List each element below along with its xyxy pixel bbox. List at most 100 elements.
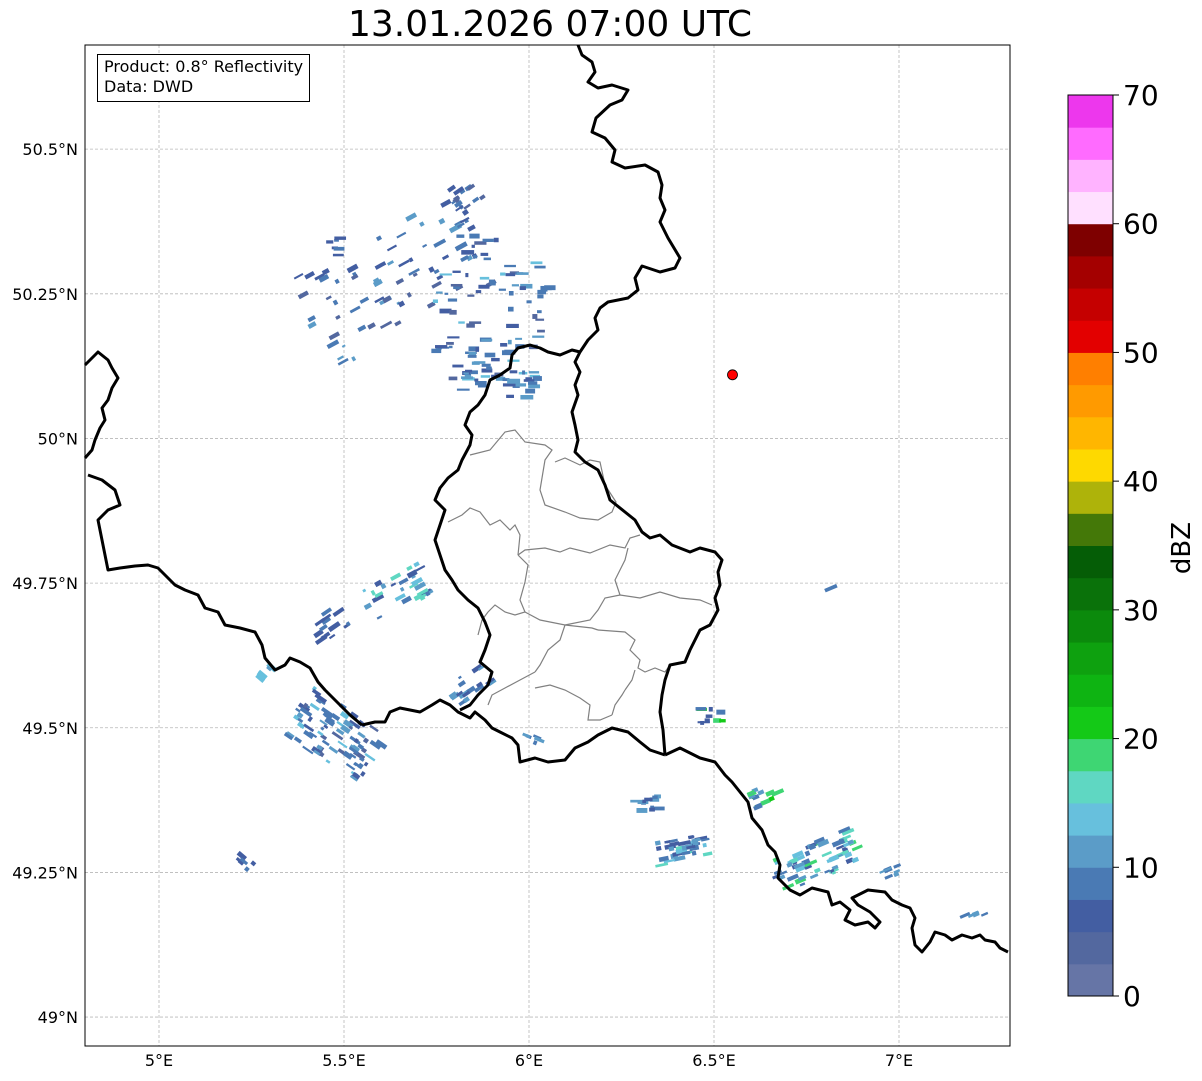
- echo-cell: [527, 381, 538, 385]
- echo-cell: [398, 577, 409, 586]
- echo-cell: [481, 363, 491, 367]
- echo-cluster: [326, 236, 347, 257]
- echo-cell: [636, 808, 648, 813]
- echo-cell: [467, 354, 477, 358]
- echo-cell: [405, 212, 418, 222]
- echo-cell: [537, 310, 542, 314]
- lon-tick-label-0: 5°E: [145, 1051, 173, 1070]
- echo-cell: [447, 336, 460, 339]
- echo-cluster: [447, 183, 486, 216]
- echo-cluster: [654, 834, 713, 868]
- echo-cell: [469, 321, 482, 324]
- borders: [83, 44, 1009, 954]
- echo-cell: [390, 572, 402, 582]
- echo-cell: [325, 759, 331, 764]
- echo-cell: [525, 377, 533, 380]
- echo-cell: [435, 345, 448, 349]
- echo-cell: [479, 276, 490, 280]
- echo-cell: [460, 254, 470, 263]
- echo-cell: [530, 261, 543, 265]
- echo-cell: [375, 235, 383, 242]
- echo-cell: [702, 842, 707, 848]
- echo-cell: [511, 284, 520, 287]
- echo-cell: [491, 357, 500, 362]
- echo-cell: [507, 339, 512, 345]
- echo-cell: [799, 882, 806, 887]
- echo-cell: [461, 376, 474, 379]
- echo-cell: [702, 851, 713, 857]
- echo-cell: [379, 320, 393, 330]
- echo-cell: [432, 299, 438, 304]
- echo-cell: [537, 289, 547, 295]
- echo-cell: [508, 291, 514, 296]
- echo-cell: [307, 315, 316, 323]
- echo-cell: [326, 240, 334, 244]
- echo-cell: [478, 284, 490, 289]
- echo-cluster: [522, 732, 545, 746]
- echo-cell: [332, 299, 339, 306]
- echo-cell: [507, 359, 520, 362]
- echo-cell: [357, 762, 364, 770]
- echo-cell: [309, 702, 320, 712]
- echo-cluster: [879, 863, 902, 880]
- echo-cell: [809, 873, 819, 880]
- echo-cell: [489, 280, 496, 286]
- national-borders: [83, 44, 1009, 954]
- echo-cluster: [255, 662, 278, 683]
- lon-tick-label-4: 7°E: [885, 1051, 913, 1070]
- echo-cell: [502, 383, 516, 387]
- echo-cell: [374, 261, 387, 270]
- echo-cell: [655, 862, 669, 868]
- echo-cell: [394, 320, 402, 327]
- echo-cell: [980, 911, 989, 917]
- echo-cell: [297, 290, 309, 300]
- echo-cell: [349, 305, 361, 314]
- echo-cell: [719, 719, 726, 723]
- echo-cell: [824, 583, 838, 593]
- echo-cell: [507, 378, 521, 384]
- lon-tick-label-2: 6°E: [515, 1051, 543, 1070]
- echo-cell: [535, 318, 545, 321]
- echo-cell: [441, 254, 450, 261]
- axes: 5°E 5.5°E 6°E 6.5°E 7°E 49°N 49.25°N 49.5°N 49.7…: [12, 44, 1011, 1070]
- echo-cell: [821, 850, 832, 858]
- echo-cell: [472, 196, 480, 204]
- echo-cell: [456, 234, 465, 238]
- echo-cell: [477, 384, 487, 388]
- echo-cell: [367, 322, 376, 330]
- echo-cell: [328, 331, 341, 341]
- echo-cell: [757, 789, 765, 796]
- echo-cell: [506, 323, 519, 328]
- echo-cluster: [502, 370, 541, 400]
- echo-cell: [362, 588, 367, 593]
- echo-cell: [295, 707, 301, 713]
- echo-cell: [433, 238, 447, 248]
- echo-cell: [505, 273, 516, 277]
- echo-cell: [304, 271, 315, 280]
- canton-borders: [447, 429, 713, 721]
- echo-cell: [369, 724, 379, 733]
- echo-cell: [534, 265, 546, 269]
- lon-tick-label-3: 6.5°E: [692, 1051, 736, 1070]
- echo-cell: [334, 236, 347, 240]
- echo-cell: [364, 752, 376, 762]
- echo-cell: [655, 845, 662, 851]
- echo-cell: [431, 280, 442, 289]
- lon-tick-label-1: 5.5°E: [322, 1051, 366, 1070]
- echo-cell: [630, 799, 643, 803]
- echo-cluster: [695, 706, 726, 725]
- echo-cell: [654, 840, 661, 846]
- echo-cell: [480, 375, 491, 378]
- echo-cell: [337, 355, 344, 361]
- echo-cell: [532, 740, 538, 746]
- echo-cell: [522, 370, 526, 375]
- echo-cell: [474, 378, 479, 382]
- echo-cluster: [824, 583, 838, 593]
- echo-cell: [293, 272, 304, 280]
- echo-cell: [457, 680, 466, 688]
- echo-cell: [334, 278, 340, 285]
- echo-cell: [528, 371, 540, 374]
- map-canvas: 5°E 5.5°E 6°E 6.5°E 7°E 49°N 49.25°N 49.5°N 49.7…: [12, 44, 1011, 1070]
- echo-cell: [320, 726, 325, 731]
- echo-cell: [493, 237, 499, 243]
